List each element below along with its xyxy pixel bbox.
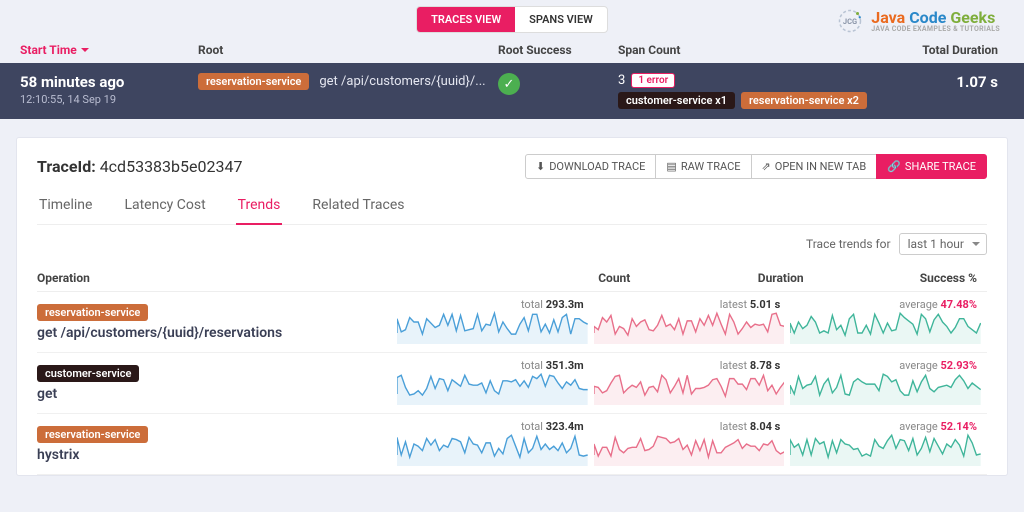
count-sparkline: total 323.4m (397, 422, 594, 466)
success-icon: ✓ (498, 73, 520, 95)
error-badge: 1 error (631, 73, 675, 88)
service-badge: reservation-service (37, 304, 148, 321)
service-tag: customer-service x1 (618, 92, 735, 109)
count-sparkline: total 351.3m (397, 361, 594, 405)
root-service-badge: reservation-service (198, 73, 309, 90)
operation-name: hystrix (37, 447, 397, 463)
trace-id: TraceId: 4cd53383b5e02347 (37, 157, 242, 176)
success-sparkline: average 47.48% (790, 300, 987, 344)
download-trace-button[interactable]: ⬇DOWNLOAD TRACE (525, 154, 656, 179)
service-tag: reservation-service x2 (741, 92, 867, 109)
tab-latency-cost[interactable]: Latency Cost (122, 189, 207, 224)
external-link-icon: ⇗ (762, 160, 771, 173)
service-badge: customer-service (37, 365, 139, 382)
link-icon: 🔗 (887, 160, 901, 173)
start-time: 58 minutes ago (20, 73, 198, 91)
success-sparkline: average 52.14% (790, 422, 987, 466)
duration-sparkline: latest 8.04 s (594, 422, 791, 466)
traces-view-tab[interactable]: TRACES VIEW (417, 7, 515, 32)
col-success: Success % (814, 271, 987, 285)
col-total-duration: Total Duration (878, 43, 1004, 57)
open-new-tab-button[interactable]: ⇗OPEN IN NEW TAB (751, 154, 878, 179)
start-timestamp: 12:10:55, 14 Sep 19 (20, 93, 198, 106)
col-root: Root (198, 43, 498, 57)
count-sparkline: total 293.3m (397, 300, 594, 344)
file-icon: ▤ (666, 160, 676, 173)
trace-row[interactable]: 58 minutes ago 12:10:55, 14 Sep 19 reser… (0, 63, 1024, 119)
tabs: Timeline Latency Cost Trends Related Tra… (37, 189, 987, 225)
col-root-success: Root Success (498, 43, 618, 57)
operation-name: get /api/customers/{uuid}/reservations (37, 325, 397, 341)
raw-trace-button[interactable]: ▤RAW TRACE (655, 154, 751, 179)
range-label: Trace trends for (806, 237, 891, 251)
range-select[interactable]: last 1 hour (899, 233, 987, 255)
duration-sparkline: latest 5.01 s (594, 300, 791, 344)
chevron-down-icon (81, 48, 89, 56)
view-toggle[interactable]: TRACES VIEW SPANS VIEW (416, 6, 608, 33)
service-badge: reservation-service (37, 426, 148, 443)
col-span-count: Span Count (618, 43, 878, 57)
tab-timeline[interactable]: Timeline (37, 189, 94, 224)
operation-name: get (37, 386, 397, 402)
logo-icon: JCG (835, 6, 865, 36)
svg-text:JCG: JCG (843, 17, 857, 26)
col-duration: Duration (640, 271, 813, 285)
logo: JCG Java Code Geeks JAVA CODE EXAMPLES &… (835, 6, 1000, 36)
spans-view-tab[interactable]: SPANS VIEW (515, 7, 607, 32)
operation-row: reservation-service hystrix total 323.4m… (37, 414, 987, 475)
tab-trends[interactable]: Trends (236, 189, 283, 225)
total-duration: 1.07 s (878, 73, 1004, 91)
duration-sparkline: latest 8.78 s (594, 361, 791, 405)
operation-row: reservation-service get /api/customers/{… (37, 292, 987, 353)
col-start-time[interactable]: Start Time (20, 43, 198, 57)
span-count: 3 (618, 73, 625, 88)
share-trace-button[interactable]: 🔗SHARE TRACE (876, 154, 987, 179)
download-icon: ⬇ (536, 160, 545, 173)
success-sparkline: average 52.93% (790, 361, 987, 405)
col-operation: Operation (37, 271, 467, 285)
col-count: Count (467, 271, 640, 285)
operation-row: customer-service get total 351.3m latest… (37, 353, 987, 414)
root-endpoint: get /api/customers/{uuid}/... (319, 74, 485, 89)
tab-related-traces[interactable]: Related Traces (310, 189, 406, 224)
